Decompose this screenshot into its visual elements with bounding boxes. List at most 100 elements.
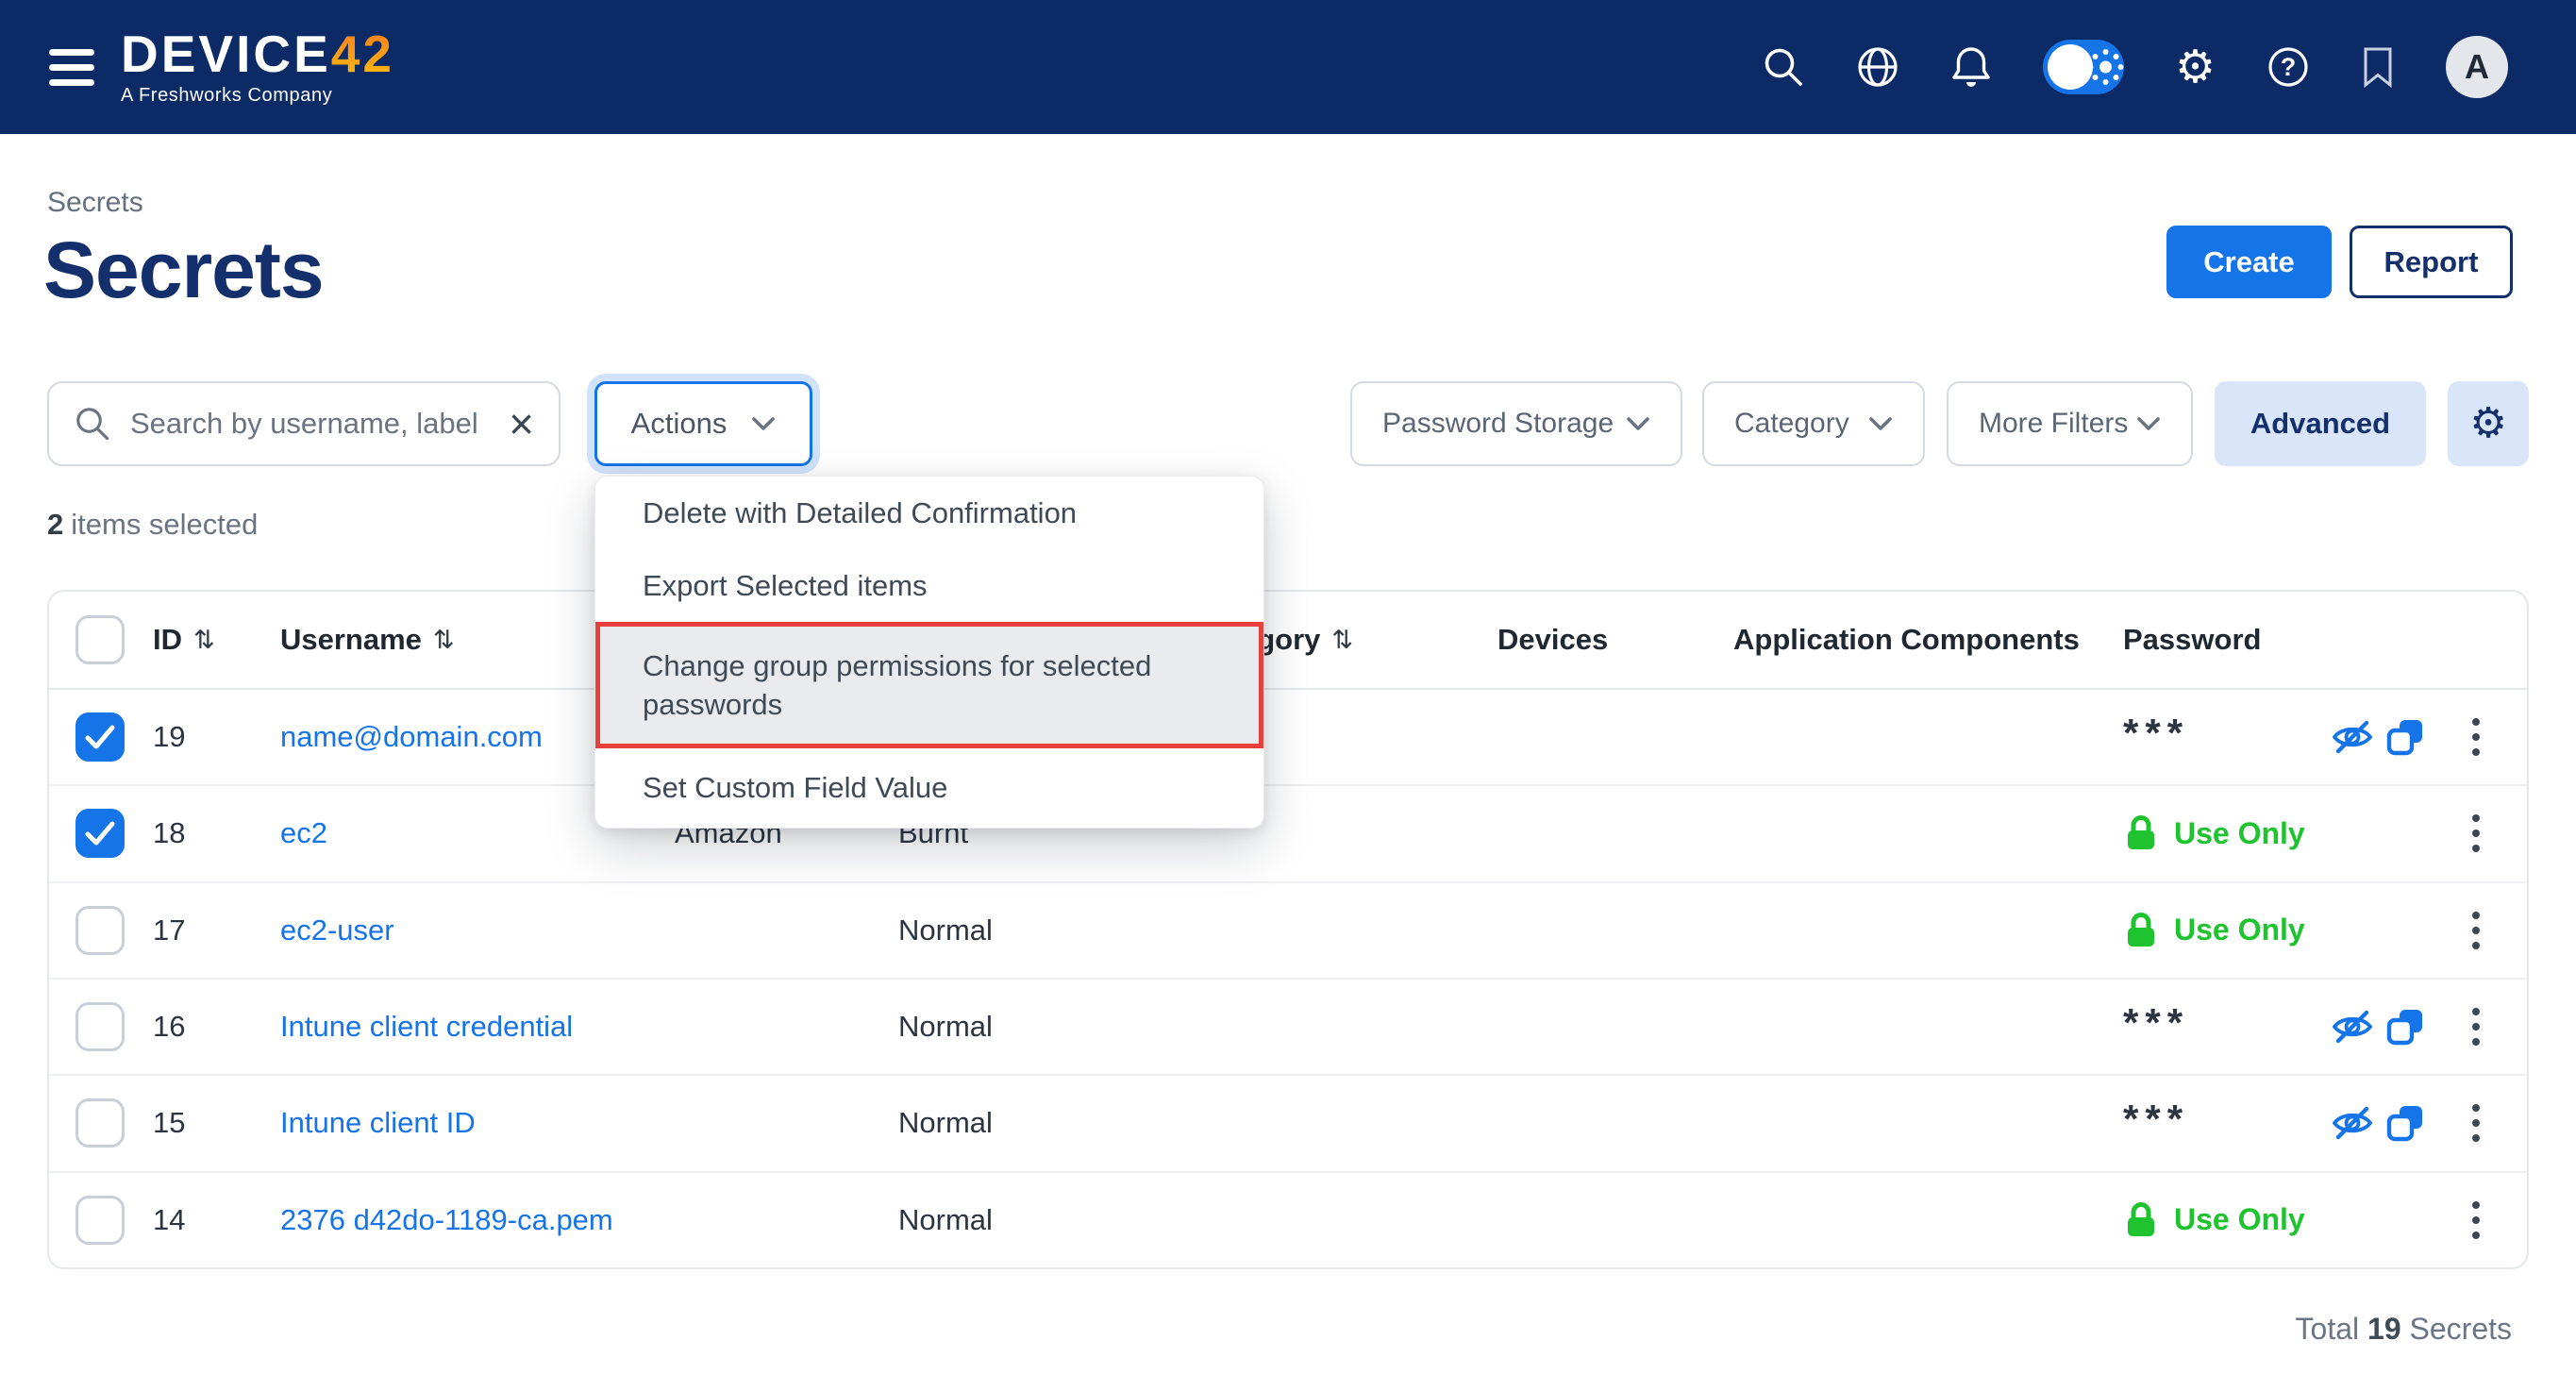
notifications-bell-icon[interactable] [1950,44,1992,90]
gear-icon: ⚙ [2469,403,2506,444]
total-count: Total 19 Secrets [2296,1312,2512,1347]
chevron-down-icon [1626,416,1650,431]
row-actions-kebab[interactable] [2467,1002,2485,1051]
reveal-password-eye-off-icon[interactable] [2331,1104,2374,1142]
table-settings-gear-button[interactable]: ⚙ [2448,381,2529,466]
table-row: 19 name@domain.com *** [49,690,2527,786]
report-button[interactable]: Report [2350,226,2513,298]
row-id: 16 [153,1010,185,1044]
row-password-masked: *** [2123,1000,2189,1046]
table-row: 15 Intune client ID Normal *** [49,1076,2527,1172]
row-category: Normal [898,1106,993,1140]
copy-password-icon[interactable] [2385,717,2425,757]
logo-tagline: A Freshworks Company [121,85,394,107]
use-only-badge: Use Only [2123,813,2305,854]
search-icon[interactable] [1762,45,1805,89]
table-body: 19 name@domain.com *** 18 ec2 Amazon Bur… [49,690,2527,1267]
row-username-link[interactable]: ec2 [280,816,327,850]
table-row: 14 2376 d42do-1189-ca.pem Normal Use Onl… [49,1173,2527,1267]
header-devices: Devices [1497,623,1608,657]
header-id[interactable]: ID⇅ [153,623,215,657]
device42-logo[interactable]: DEVICE42 A Freshworks Company [121,28,394,107]
reveal-password-eye-off-icon[interactable] [2331,718,2374,756]
reveal-password-eye-off-icon[interactable] [2331,1008,2374,1046]
top-navbar: DEVICE42 A Freshworks Company ⚙ ? A [0,0,2576,134]
row-checkbox[interactable] [75,1098,125,1148]
row-checkbox[interactable] [75,1196,125,1245]
copy-password-icon[interactable] [2385,1103,2425,1143]
row-password-masked: *** [2123,1097,2189,1142]
menu-item-label: Delete with Detailed Confirmation [643,496,1077,530]
row-password-masked: *** [2123,711,2189,756]
menu-item-label: Change group permissions for selected pa… [643,646,1185,724]
breadcrumb[interactable]: Secrets [47,187,143,219]
row-actions-kebab[interactable] [2467,809,2485,858]
row-id: 15 [153,1106,185,1140]
theme-toggle[interactable] [2043,40,2124,94]
table-row: 17 ec2-user Normal Use Only [49,883,2527,980]
row-id: 19 [153,720,185,754]
row-id: 18 [153,816,185,850]
toggle-knob [2048,44,2093,90]
row-username-link[interactable]: ec2-user [280,913,394,947]
page-title: Secrets [43,230,324,310]
menu-item[interactable]: Delete with Detailed Confirmation [595,477,1263,549]
clear-search-icon[interactable]: × [509,402,534,445]
table-row: 18 ec2 Amazon Burnt Use Only [49,786,2527,882]
use-only-label: Use Only [2174,913,2305,947]
table-row: 16 Intune client credential Normal *** [49,980,2527,1076]
user-avatar[interactable]: A [2446,36,2508,98]
row-id: 14 [153,1203,185,1237]
row-username-link[interactable]: Intune client credential [280,1010,573,1044]
lock-icon [2123,1199,2159,1241]
sun-icon [2099,61,2112,74]
use-only-label: Use Only [2174,816,2305,851]
create-button[interactable]: Create [2166,226,2332,298]
actions-dropdown-button[interactable]: Actions [594,381,812,466]
actions-dropdown-menu: Delete with Detailed Confirmation Export … [594,476,1264,829]
use-only-label: Use Only [2174,1202,2305,1237]
row-checkbox[interactable] [75,906,125,955]
row-checkbox[interactable] [75,1002,125,1051]
secrets-table: ID⇅ Username⇅ Category⇅ Devices Applicat… [47,590,2529,1269]
search-input[interactable] [130,407,490,441]
search-box[interactable]: × [47,381,560,466]
header-username[interactable]: Username⇅ [280,623,455,657]
globe-icon[interactable] [1856,45,1899,89]
use-only-badge: Use Only [2123,1199,2305,1241]
help-icon[interactable]: ? [2267,45,2310,89]
header-application-components: Application Components [1733,623,2080,657]
copy-password-icon[interactable] [2385,1007,2425,1047]
row-username-link[interactable]: Intune client ID [280,1106,476,1140]
lock-icon [2123,813,2159,854]
menu-item-highlighted[interactable]: Change group permissions for selected pa… [595,622,1263,748]
row-id: 17 [153,913,185,947]
more-filters-dropdown[interactable]: More Filters [1947,381,2193,466]
bookmark-icon[interactable] [2361,45,2395,89]
row-username-link[interactable]: 2376 d42do-1189-ca.pem [280,1203,613,1237]
row-actions-kebab[interactable] [2467,1098,2485,1148]
row-category: Normal [898,913,993,947]
svg-text:?: ? [2281,53,2297,81]
menu-item[interactable]: Export Selected items [595,549,1263,622]
row-actions-kebab[interactable] [2467,1196,2485,1245]
row-checkbox[interactable] [75,809,125,858]
sort-icon: ⇅ [433,626,455,655]
row-category: Normal [898,1203,993,1237]
row-actions-kebab[interactable] [2467,906,2485,955]
category-filter[interactable]: Category [1702,381,1925,466]
password-storage-filter[interactable]: Password Storage [1350,381,1682,466]
search-icon [74,405,111,443]
logo-accent-text: 42 [331,25,394,83]
chevron-down-icon [2136,416,2161,431]
advanced-button[interactable]: Advanced [2215,381,2426,466]
select-all-checkbox[interactable] [75,615,125,664]
hamburger-menu-icon[interactable] [49,49,94,86]
chevron-down-icon [751,416,776,431]
row-checkbox[interactable] [75,712,125,762]
menu-item[interactable]: Set Custom Field Value [595,748,1263,828]
settings-gear-icon[interactable]: ⚙ [2175,44,2216,90]
row-username-link[interactable]: name@domain.com [280,720,543,754]
logo-text: DEVICE [121,25,331,83]
row-actions-kebab[interactable] [2467,712,2485,762]
